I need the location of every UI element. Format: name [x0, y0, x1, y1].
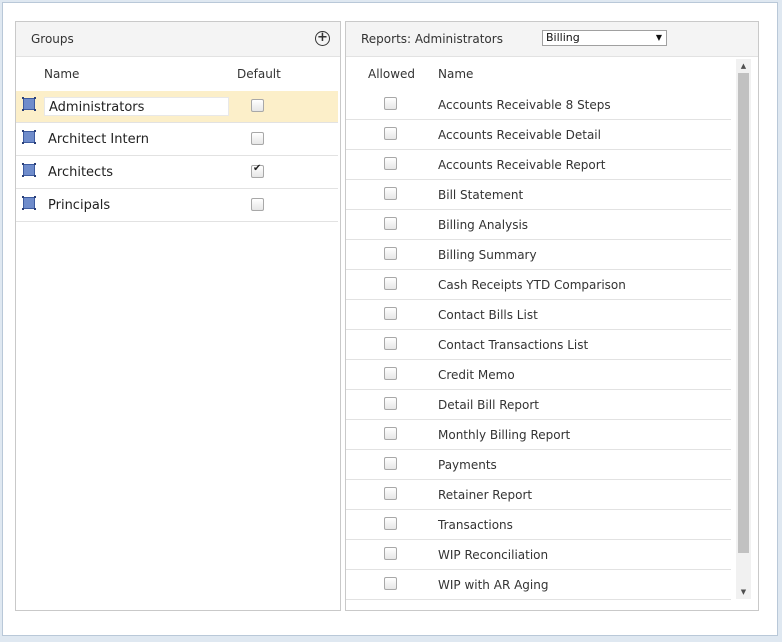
- report-row: Monthly Billing Report: [346, 420, 731, 450]
- report-name: Contact Bills List: [438, 308, 538, 322]
- allowed-checkbox[interactable]: [384, 517, 397, 530]
- allowed-checkbox[interactable]: [384, 487, 397, 500]
- default-checkbox[interactable]: [251, 198, 264, 211]
- report-name: Payments: [438, 458, 497, 472]
- allowed-checkbox[interactable]: [384, 457, 397, 470]
- reports-panel-header: Reports: Administrators Billing ▼: [346, 22, 758, 57]
- report-row: Cash Receipts YTD Comparison: [346, 270, 731, 300]
- report-name: Accounts Receivable Report: [438, 158, 606, 172]
- report-name: Retainer Report: [438, 488, 533, 502]
- report-row: Accounts Receivable 8 Steps: [346, 90, 731, 120]
- report-name: Accounts Receivable 8 Steps: [438, 98, 611, 112]
- report-name: WIP with AR Aging: [438, 578, 549, 592]
- permissions-container: Groups Name Default Administrators Archit…: [2, 2, 778, 636]
- reports-name-column-header: Name: [438, 67, 474, 81]
- groups-default-column-header: Default: [237, 67, 281, 81]
- allowed-checkbox[interactable]: [384, 547, 397, 560]
- allowed-checkbox[interactable]: [384, 127, 397, 140]
- report-name: Transactions: [438, 518, 513, 532]
- report-category-value: Billing: [546, 31, 580, 44]
- report-row: Accounts Receivable Report: [346, 150, 731, 180]
- report-list: Allowed Name Accounts Receivable 8 Steps…: [346, 60, 732, 610]
- allowed-checkbox[interactable]: [384, 157, 397, 170]
- report-name: Billing Analysis: [438, 218, 529, 232]
- drag-handle-icon[interactable]: [22, 163, 35, 177]
- scroll-down-arrow-icon[interactable]: ▼: [736, 585, 751, 599]
- report-row: WIP with AR Aging: [346, 570, 731, 600]
- group-row[interactable]: Architect Intern: [16, 124, 338, 156]
- reports-panel: Reports: Administrators Billing ▼ Allowe…: [345, 21, 759, 611]
- group-row[interactable]: Principals: [16, 190, 338, 222]
- drag-handle-icon[interactable]: [22, 196, 35, 210]
- report-row: Retainer Report: [346, 480, 731, 510]
- report-row: Accounts Receivable Detail: [346, 120, 731, 150]
- allowed-checkbox[interactable]: [384, 367, 397, 380]
- report-row: Billing Analysis: [346, 210, 731, 240]
- group-row[interactable]: Administrators: [16, 91, 338, 123]
- add-group-icon[interactable]: [315, 31, 330, 46]
- group-row[interactable]: Architects: [16, 157, 338, 189]
- drag-handle-icon[interactable]: [22, 97, 35, 111]
- report-name: Accounts Receivable Detail: [438, 128, 601, 142]
- allowed-checkbox[interactable]: [384, 97, 397, 110]
- allowed-checkbox[interactable]: [384, 307, 397, 320]
- groups-panel-header: Groups: [16, 22, 340, 57]
- allowed-checkbox[interactable]: [384, 337, 397, 350]
- allowed-checkbox[interactable]: [384, 277, 397, 290]
- report-row: Contact Transactions List: [346, 330, 731, 360]
- report-row: Credit Memo: [346, 360, 731, 390]
- report-row: Payments: [346, 450, 731, 480]
- report-row: Billing Summary: [346, 240, 731, 270]
- allowed-checkbox[interactable]: [384, 187, 397, 200]
- report-category-select[interactable]: Billing ▼: [542, 30, 667, 46]
- report-name: Billing Summary: [438, 248, 537, 262]
- reports-allowed-column-header: Allowed: [368, 67, 416, 81]
- report-row: Bill Statement: [346, 180, 731, 210]
- allowed-checkbox[interactable]: [384, 577, 397, 590]
- group-name[interactable]: Architects: [44, 163, 229, 182]
- report-name: Bill Statement: [438, 188, 524, 202]
- reports-panel-title: Reports: Administrators: [361, 32, 503, 46]
- default-checkbox[interactable]: [251, 163, 264, 178]
- dropdown-arrow-icon: ▼: [655, 33, 662, 42]
- drag-handle-icon[interactable]: [22, 130, 35, 144]
- report-row: Detail Bill Report: [346, 390, 731, 420]
- report-list-scrollbar[interactable]: ▲ ▼: [736, 59, 751, 599]
- groups-panel-title: Groups: [31, 32, 74, 46]
- report-name: Credit Memo: [438, 368, 515, 382]
- default-checkbox[interactable]: [251, 99, 264, 112]
- allowed-checkbox[interactable]: [384, 427, 397, 440]
- groups-panel: Groups Name Default Administrators Archit…: [15, 21, 341, 611]
- groups-name-column-header: Name: [44, 67, 80, 81]
- report-row: Contact Bills List: [346, 300, 731, 330]
- allowed-checkbox[interactable]: [384, 247, 397, 260]
- allowed-checkbox[interactable]: [384, 217, 397, 230]
- group-name[interactable]: Administrators: [44, 97, 229, 116]
- report-name: Monthly Billing Report: [438, 428, 571, 442]
- report-name: WIP Reconciliation: [438, 548, 549, 562]
- group-name[interactable]: Architect Intern: [44, 130, 229, 149]
- scroll-up-arrow-icon[interactable]: ▲: [736, 59, 751, 73]
- report-name: Detail Bill Report: [438, 398, 539, 412]
- group-name[interactable]: Principals: [44, 196, 229, 215]
- report-name: Cash Receipts YTD Comparison: [438, 278, 626, 292]
- default-checkbox[interactable]: [251, 132, 264, 145]
- report-name: Contact Transactions List: [438, 338, 589, 352]
- report-row: WIP Reconciliation: [346, 540, 731, 570]
- allowed-checkbox[interactable]: [384, 397, 397, 410]
- report-row: Transactions: [346, 510, 731, 540]
- scroll-thumb[interactable]: [738, 73, 749, 553]
